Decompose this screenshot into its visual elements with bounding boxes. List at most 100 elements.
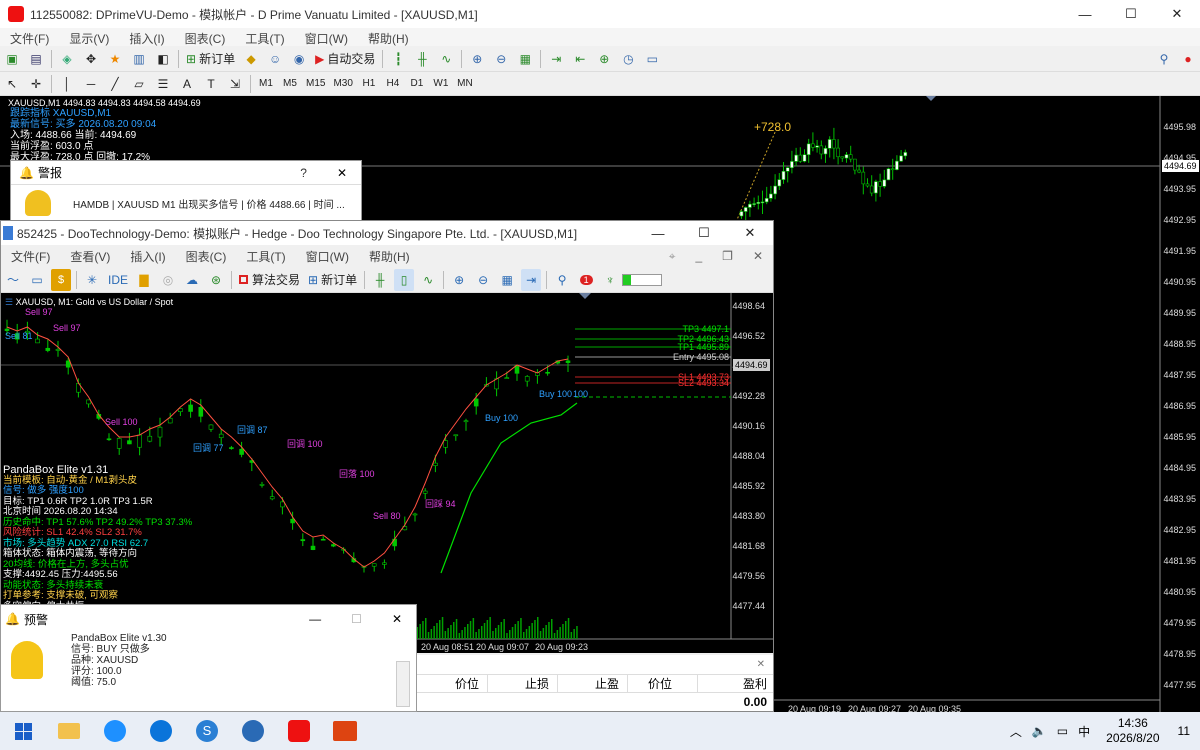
candlestick-icon[interactable]: ╫ [412, 48, 432, 70]
second-menu-close-icon[interactable]: ✕ [743, 249, 773, 263]
menu-file[interactable]: 文件(F) [0, 30, 59, 47]
second-globe-icon[interactable]: ⊛ [206, 269, 226, 291]
profiles-icon[interactable]: ▤ [26, 48, 46, 70]
vertical-line-icon[interactable]: │ [57, 73, 77, 95]
second-cloud-icon[interactable]: ☁ [182, 269, 202, 291]
strategy-tester-icon[interactable]: ◧ [153, 48, 173, 70]
tf-w1[interactable]: W1 [431, 73, 451, 95]
second-menu-help[interactable]: 帮助(H) [359, 248, 420, 265]
line-chart-icon[interactable]: ∿ [436, 48, 456, 70]
close-button[interactable]: ✕ [1154, 0, 1200, 28]
col-profit[interactable]: 盈利 [697, 675, 773, 692]
second-algo-button[interactable]: 算法交易 [237, 269, 302, 291]
second-new-order-button[interactable]: ⊞ 新订单 [306, 269, 359, 291]
crosshair-icon[interactable]: ✛ [26, 73, 46, 95]
second-menu-min-icon[interactable]: _ [685, 249, 712, 263]
alert-dialog-scrollbar[interactable] [396, 661, 410, 707]
notifications-icon[interactable]: ● [1178, 48, 1198, 70]
start-button[interactable] [5, 716, 41, 746]
doo-icon[interactable] [327, 716, 363, 746]
alert-dialog-close[interactable]: ✕ [392, 612, 402, 626]
tf-m30[interactable]: M30 [331, 73, 354, 95]
trendline-icon[interactable]: ╱ [105, 73, 125, 95]
menu-window[interactable]: 窗口(W) [295, 30, 358, 47]
second-close-button[interactable]: ✕ [727, 221, 773, 245]
second-signal-strength-icon[interactable]: ♆ [600, 269, 620, 291]
second-layout-icon[interactable]: ▭ [27, 269, 47, 291]
speaker-icon[interactable]: 🔈 [1032, 724, 1047, 738]
terminal-icon[interactable]: ▥ [129, 48, 149, 70]
second-autoscroll-icon[interactable]: ⇥ [521, 268, 542, 291]
second-search-icon[interactable]: ⚲ [552, 269, 572, 291]
tf-m1[interactable]: M1 [256, 73, 276, 95]
minimize-button[interactable]: — [1062, 0, 1108, 28]
new-order-button[interactable]: ⊞ 新订单 [184, 48, 237, 70]
second-menu-window[interactable]: 窗口(W) [296, 248, 359, 265]
second-menu-tools[interactable]: 工具(T) [236, 248, 295, 265]
navigator-icon[interactable]: ★ [105, 48, 125, 70]
second-zoom-out-icon[interactable]: ⊖ [473, 269, 493, 291]
dprime-icon[interactable] [281, 716, 317, 746]
second-menu-charts[interactable]: 图表(C) [176, 248, 237, 265]
bar-chart-icon[interactable]: ┇ [388, 48, 408, 70]
indicators-icon[interactable]: ⊕ [594, 48, 614, 70]
tf-h1[interactable]: H1 [359, 73, 379, 95]
second-chart[interactable]: ☰ XAUUSD, M1: Gold vs US Dollar / Spot T… [1, 293, 773, 653]
cursor-icon[interactable]: ↖ [2, 73, 22, 95]
fibonacci-icon[interactable]: ☰ [153, 73, 173, 95]
tray-chevron-icon[interactable]: ︿ [1010, 723, 1022, 740]
edge-dev-icon[interactable] [143, 716, 179, 746]
alert-dialog-maximize[interactable]: ☐ [351, 612, 362, 626]
second-expert-icon[interactable]: ✳ [82, 269, 102, 291]
maximize-button[interactable]: ☐ [1108, 0, 1154, 28]
second-grid-icon[interactable]: ▦ [497, 269, 517, 291]
second-menu-insert[interactable]: 插入(I) [120, 248, 175, 265]
metaeditor-icon[interactable]: ◆ [241, 48, 261, 70]
second-chart-type-icon[interactable]: 〜 [3, 269, 23, 291]
menu-tools[interactable]: 工具(T) [235, 30, 294, 47]
second-lock-icon[interactable]: ▇ [134, 269, 154, 291]
second-menu-restore-icon[interactable]: ❐ [712, 249, 743, 263]
arrows-icon[interactable]: ⇲ [225, 73, 245, 95]
tf-h4[interactable]: H4 [383, 73, 403, 95]
alert-close-button[interactable]: ✕ [337, 166, 347, 180]
periods-icon[interactable]: ◷ [618, 48, 638, 70]
tf-m5[interactable]: M5 [280, 73, 300, 95]
signals-icon[interactable]: ◉ [289, 48, 309, 70]
tile-windows-icon[interactable]: ▦ [515, 48, 535, 70]
file-explorer-icon[interactable] [51, 716, 87, 746]
text-icon[interactable]: A [177, 73, 197, 95]
horizontal-line-icon[interactable]: ─ [81, 73, 101, 95]
notification-center-badge[interactable]: 11 [1178, 724, 1190, 738]
auto-trading-button[interactable]: ▶ 自动交易 [313, 48, 377, 70]
second-menu-file[interactable]: 文件(F) [1, 248, 60, 265]
col-tp[interactable]: 止盈 [557, 675, 627, 692]
templates-icon[interactable]: ▭ [642, 48, 662, 70]
second-minimize-button[interactable]: — [635, 221, 681, 245]
col-price-current[interactable]: 价位 [627, 675, 697, 692]
second-line-icon[interactable]: ∿ [418, 269, 438, 291]
tf-mn[interactable]: MN [455, 73, 475, 95]
channel-icon[interactable]: ▱ [129, 73, 149, 95]
community-icon[interactable]: ☺ [265, 48, 285, 70]
col-price[interactable]: 价位 [417, 675, 487, 692]
menu-charts[interactable]: 图表(C) [175, 30, 236, 47]
menu-view[interactable]: 显示(V) [59, 30, 119, 47]
tf-d1[interactable]: D1 [407, 73, 427, 95]
label-icon[interactable]: T [201, 73, 221, 95]
second-bars-icon[interactable]: ╫ [370, 269, 390, 291]
search-icon[interactable]: ⚲ [1154, 48, 1174, 70]
second-menu-view[interactable]: 查看(V) [60, 248, 120, 265]
chart-shift-icon[interactable]: ⇤ [570, 48, 590, 70]
second-signal-icon[interactable]: ◎ [158, 269, 178, 291]
second-notification-button[interactable]: 1 [576, 269, 596, 291]
zoom-in-icon[interactable]: ⊕ [467, 48, 487, 70]
tf-m15[interactable]: M15 [304, 73, 327, 95]
col-sl[interactable]: 止损 [487, 675, 557, 692]
new-chart-icon[interactable]: ▣ [2, 48, 22, 70]
menu-help[interactable]: 帮助(H) [358, 30, 419, 47]
second-zoom-in-icon[interactable]: ⊕ [449, 269, 469, 291]
second-candles-icon[interactable]: ▯ [394, 268, 415, 291]
edge-icon[interactable] [97, 716, 133, 746]
second-dollar-icon[interactable]: $ [51, 268, 71, 291]
